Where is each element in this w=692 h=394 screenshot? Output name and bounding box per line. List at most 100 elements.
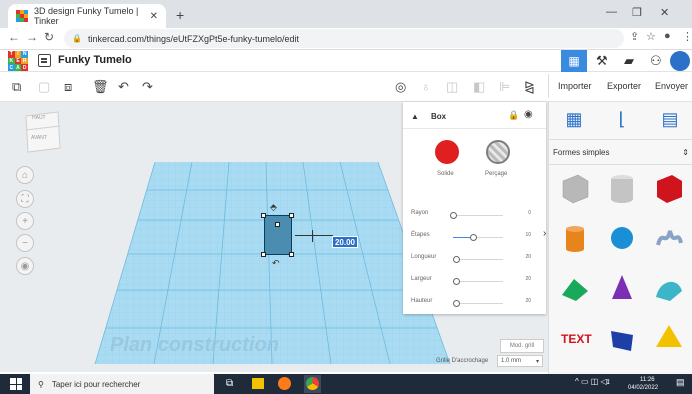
param-slider-track[interactable] xyxy=(453,237,503,238)
param-slider-knob[interactable] xyxy=(470,234,477,241)
url-field[interactable]: 🔒 tinkercad.com/things/eUtFZXgPt5e-funky… xyxy=(64,29,624,48)
browser-tab[interactable]: 3D design Funky Tumelo | Tinker ✕ xyxy=(8,4,166,28)
param-slider-track[interactable] xyxy=(453,259,503,260)
new-tab-icon[interactable]: + xyxy=(176,7,184,23)
shape-cylinder-hole[interactable] xyxy=(599,168,645,213)
home-view-icon[interactable]: ⌂ xyxy=(16,166,34,184)
param-value[interactable]: 20 xyxy=(521,276,531,282)
param-slider-track[interactable] xyxy=(453,215,503,216)
shape-box-hole[interactable] xyxy=(552,168,598,213)
view-toggle-icon[interactable]: ◎ xyxy=(395,79,406,95)
shape-wedge[interactable] xyxy=(599,318,645,363)
shape-roof[interactable] xyxy=(552,268,598,313)
param-value[interactable]: 20 xyxy=(521,298,531,304)
group-icon[interactable]: ◫ xyxy=(446,79,458,95)
redo-icon[interactable]: ↷ xyxy=(142,79,153,95)
export-button[interactable]: Exporter xyxy=(607,74,641,98)
zoom-out-icon[interactable]: − xyxy=(16,234,34,252)
firefox-icon[interactable] xyxy=(278,377,291,390)
send-button[interactable]: Envoyer xyxy=(655,74,688,98)
light-bulb-icon[interactable]: ♁ xyxy=(421,79,431,94)
zoom-in-icon[interactable]: + xyxy=(16,212,34,230)
hole-swatch[interactable] xyxy=(486,140,510,164)
resize-handle[interactable] xyxy=(289,252,294,257)
windows-start-icon[interactable] xyxy=(10,378,22,390)
shape-box[interactable] xyxy=(646,168,692,213)
close-window-icon[interactable]: ✕ xyxy=(660,6,669,19)
param-value[interactable]: 0 xyxy=(521,210,531,216)
close-tab-icon[interactable]: ✕ xyxy=(150,11,158,22)
profile-icon[interactable]: ● xyxy=(664,30,671,42)
browser-menu-icon[interactable]: ⋮ xyxy=(682,30,692,43)
forward-icon[interactable]: → xyxy=(26,30,38,44)
ungroup-icon[interactable]: ◧ xyxy=(473,79,485,95)
mirror-icon[interactable]: ⧎ xyxy=(524,79,535,95)
design-list-icon[interactable] xyxy=(38,54,51,67)
pickaxe-icon[interactable]: ⚒ xyxy=(596,53,608,69)
view-cube[interactable]: HAUT AVANT xyxy=(24,110,62,154)
maximize-icon[interactable]: ❐ xyxy=(632,6,642,19)
shape-cylinder[interactable] xyxy=(552,218,598,263)
file-explorer-icon[interactable] xyxy=(252,378,264,389)
system-tray-icons[interactable]: ^ ▭ ◫ ◁ɪ xyxy=(575,377,610,386)
edit-grid-button[interactable]: Mod. grill xyxy=(500,339,544,353)
notes-icon[interactable]: ▤ xyxy=(652,102,688,136)
shape-sphere[interactable] xyxy=(599,218,645,263)
basic-shapes-grid-icon[interactable]: ▦ xyxy=(556,102,592,136)
bookmark-star-icon[interactable]: ☆ xyxy=(646,30,656,43)
snap-grid-select[interactable]: 1.0 mm ▾ xyxy=(497,355,543,367)
rotate-handle-icon[interactable]: ↶ xyxy=(272,258,280,269)
lock-shape-icon[interactable]: 🔒 xyxy=(508,110,519,121)
share-icon[interactable]: ⇪ xyxy=(630,30,639,43)
duplicate-icon[interactable]: ⧈ xyxy=(64,79,72,95)
resize-handle[interactable] xyxy=(289,213,294,218)
reload-icon[interactable]: ↻ xyxy=(44,30,54,44)
resize-handle[interactable] xyxy=(261,252,266,257)
param-row[interactable]: Hauteur 20 xyxy=(403,298,546,312)
grid-view-button[interactable]: ▦ xyxy=(561,50,587,72)
param-slider-track[interactable] xyxy=(453,281,503,282)
import-button[interactable]: Importer xyxy=(558,74,592,98)
collapse-inspector-icon[interactable]: ▲ xyxy=(411,112,419,121)
ruler-icon[interactable]: ⌊ xyxy=(604,102,640,136)
minimize-icon[interactable]: — xyxy=(606,6,617,18)
param-row[interactable]: Rayon 0 xyxy=(403,210,546,224)
collapse-panel-icon[interactable]: › xyxy=(543,228,546,239)
undo-icon[interactable]: ↶ xyxy=(118,79,129,95)
solid-color-swatch[interactable] xyxy=(435,140,459,164)
add-user-icon[interactable]: ⚇ xyxy=(650,53,662,69)
shape-category-select[interactable]: Formes simples ⇕ xyxy=(553,144,689,160)
shape-cone[interactable] xyxy=(599,268,645,313)
taskbar-search[interactable]: ⚲ Taper ici pour rechercher xyxy=(30,374,214,394)
tinkercad-logo[interactable]: T I N K E R C A D xyxy=(8,51,28,71)
back-icon[interactable]: ← xyxy=(8,30,20,44)
param-slider-knob[interactable] xyxy=(450,212,457,219)
align-icon[interactable]: ⊫ xyxy=(499,79,510,95)
shape-round-roof[interactable] xyxy=(646,268,692,313)
param-row[interactable]: Largeur 20 xyxy=(403,276,546,290)
param-row[interactable]: Étapes 10 xyxy=(403,232,546,246)
param-row[interactable]: Longueur 20 xyxy=(403,254,546,268)
param-slider-knob[interactable] xyxy=(453,300,460,307)
shape-pyramid[interactable] xyxy=(646,318,692,363)
task-view-icon[interactable]: ⧉ xyxy=(226,378,233,389)
orthographic-icon[interactable]: ◉ xyxy=(16,257,34,275)
resize-handle[interactable] xyxy=(275,222,280,227)
shape-text[interactable]: TEXT xyxy=(552,318,598,363)
delete-icon[interactable]: 🗑 xyxy=(92,79,109,95)
dimension-input[interactable]: 20.00 xyxy=(332,236,358,248)
paste-icon[interactable]: ▢ xyxy=(38,79,50,95)
param-value[interactable]: 10 xyxy=(521,232,531,238)
bricks-icon[interactable]: ▰ xyxy=(624,53,634,69)
param-value[interactable]: 20 xyxy=(521,254,531,260)
chrome-taskbar-slot[interactable] xyxy=(304,375,321,393)
project-title[interactable]: Funky Tumelo xyxy=(58,54,132,66)
fit-view-icon[interactable]: ⛶ xyxy=(16,190,34,208)
resize-handle[interactable] xyxy=(261,213,266,218)
param-slider-knob[interactable] xyxy=(453,278,460,285)
notifications-icon[interactable]: ▤ xyxy=(676,377,685,388)
lift-handle-icon[interactable]: ⬘ xyxy=(270,202,277,213)
avatar[interactable] xyxy=(670,51,690,71)
param-slider-track[interactable] xyxy=(453,303,503,304)
light-bulb-toggle-icon[interactable]: ◉ xyxy=(524,109,533,120)
